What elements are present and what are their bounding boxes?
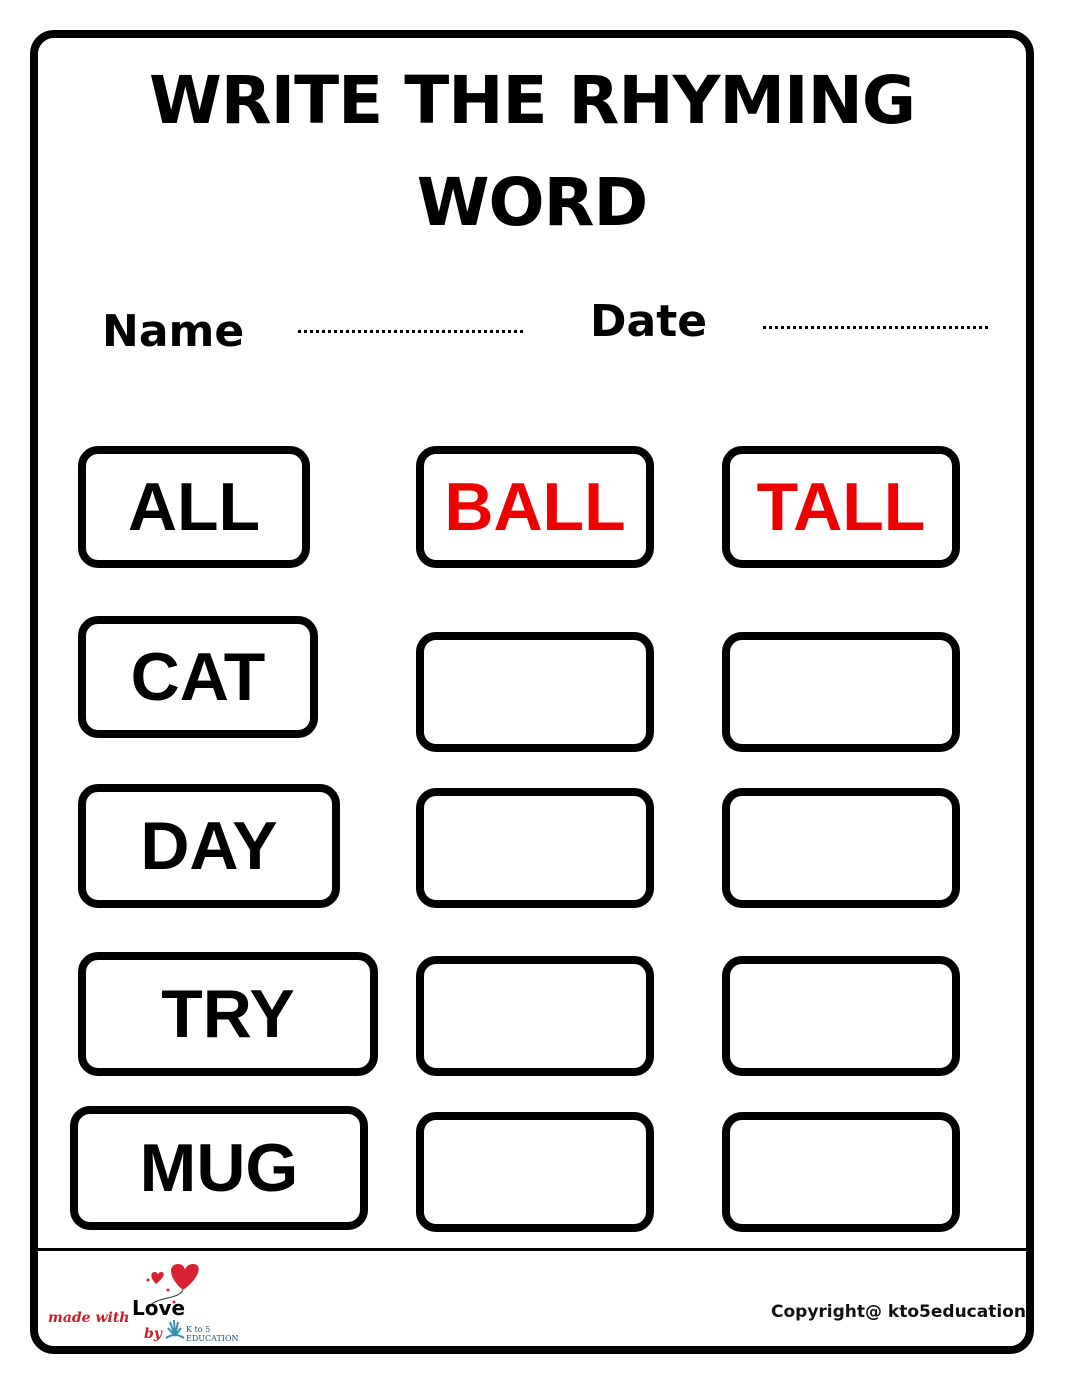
brand-k-to-5: K to 5 bbox=[186, 1325, 211, 1334]
prompt-word-box: CAT bbox=[78, 616, 318, 738]
date-label: Date bbox=[590, 296, 708, 347]
prompt-word-box: MUG bbox=[70, 1106, 368, 1230]
answer-box[interactable] bbox=[416, 956, 654, 1076]
answer-box[interactable] bbox=[722, 956, 960, 1076]
worksheet-title-line1: WRITE THE RHYMING bbox=[148, 62, 916, 139]
prompt-word-box: TRY bbox=[78, 952, 378, 1076]
answer-box[interactable]: BALL bbox=[416, 446, 654, 568]
made-with-love-logo: made with Love by K to 5 EDUCATION bbox=[48, 1260, 248, 1343]
name-label: Name bbox=[102, 306, 245, 357]
answer-box[interactable]: TALL bbox=[722, 446, 960, 568]
copyright-text: Copyright@ kto5education.com bbox=[771, 1302, 1026, 1322]
prompt-word-box: ALL bbox=[78, 446, 310, 568]
book-leaf-icon bbox=[165, 1319, 185, 1339]
prompt-word-box: DAY bbox=[78, 784, 340, 908]
answer-box[interactable] bbox=[722, 1112, 960, 1232]
answer-box[interactable] bbox=[722, 788, 960, 908]
footer-divider bbox=[38, 1248, 1026, 1251]
answer-box[interactable] bbox=[722, 632, 960, 752]
date-field[interactable] bbox=[763, 326, 988, 329]
answer-box[interactable] bbox=[416, 788, 654, 908]
by-text: by bbox=[144, 1326, 162, 1342]
made-with-text: made with bbox=[48, 1310, 130, 1326]
worksheet-title-line2: WORD bbox=[416, 164, 649, 241]
love-text: Love bbox=[132, 1296, 186, 1320]
name-field[interactable] bbox=[298, 330, 523, 333]
answer-box[interactable] bbox=[416, 1112, 654, 1232]
answer-box[interactable] bbox=[416, 632, 654, 752]
worksheet-frame: WRITE THE RHYMING WORD Name Date ALL BAL… bbox=[30, 30, 1034, 1354]
brand-education: EDUCATION bbox=[186, 1334, 239, 1343]
